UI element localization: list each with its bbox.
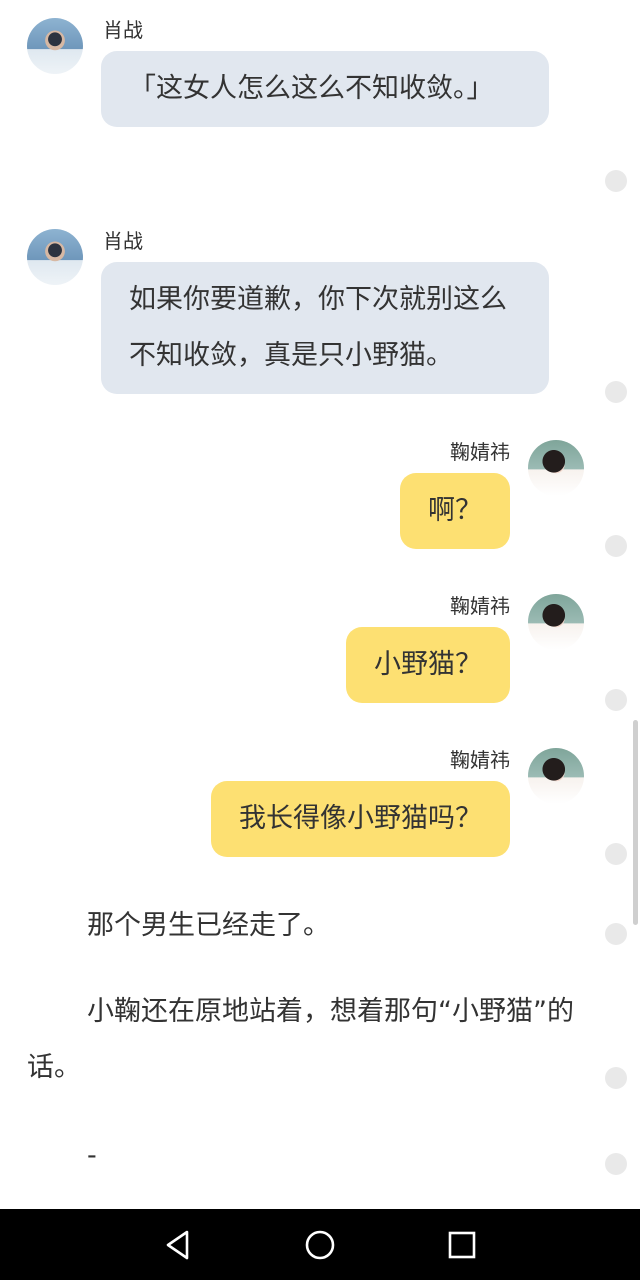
sender-name: 鞠婧祎 — [450, 594, 510, 618]
scrollbar[interactable] — [633, 720, 638, 925]
narration-paragraph: - — [87, 1140, 97, 1171]
comment-dot[interactable] — [605, 170, 627, 192]
comment-dot[interactable] — [605, 1067, 627, 1089]
home-circle-icon — [305, 1230, 335, 1260]
comment-dot[interactable] — [605, 535, 627, 557]
comment-dot[interactable] — [605, 689, 627, 711]
sender-avatar[interactable] — [27, 229, 83, 285]
sender-avatar[interactable] — [528, 594, 584, 650]
comment-dot[interactable] — [605, 1153, 627, 1175]
narration-paragraph: 小鞠还在原地站着，想着那句“小野猫”的话。 — [27, 996, 574, 1083]
message-bubble[interactable]: 「这女人怎么这么不知收敛。」 — [101, 51, 549, 127]
back-triangle-icon — [166, 1230, 189, 1260]
sender-avatar[interactable] — [27, 18, 83, 74]
sender-avatar[interactable] — [528, 748, 584, 804]
comment-dot[interactable] — [605, 381, 627, 403]
recents-square-icon — [448, 1231, 476, 1259]
message-bubble[interactable]: 小野猫？ — [346, 627, 510, 703]
sender-name: 肖战 — [103, 229, 143, 253]
sender-avatar[interactable] — [528, 440, 584, 496]
message-bubble[interactable]: 我长得像小野猫吗？ — [211, 781, 510, 857]
sender-name: 肖战 — [103, 18, 143, 42]
comment-dot[interactable] — [605, 843, 627, 865]
home-button[interactable] — [298, 1223, 342, 1267]
comment-dot[interactable] — [605, 923, 627, 945]
back-button[interactable] — [156, 1223, 200, 1267]
sender-name: 鞠婧祎 — [450, 440, 510, 464]
message-bubble[interactable]: 啊？ — [400, 473, 510, 549]
narration-paragraph: 那个男生已经走了。 — [87, 910, 330, 941]
sender-name: 鞠婧祎 — [450, 748, 510, 772]
message-bubble[interactable]: 如果你要道歉，你下次就别这么不知收敛，真是只小野猫。 — [101, 262, 549, 394]
chat-screen: 肖战 「这女人怎么这么不知收敛。」 肖战 如果你要道歉，你下次就别这么不知收敛，… — [0, 0, 640, 1280]
recents-button[interactable] — [440, 1223, 484, 1267]
navigation-bar — [0, 1209, 640, 1280]
